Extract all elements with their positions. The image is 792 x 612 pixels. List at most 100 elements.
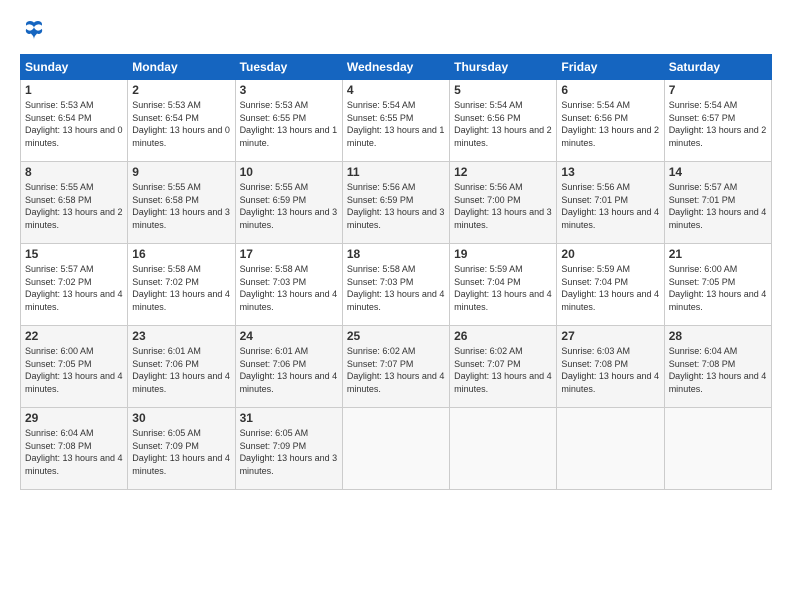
day-number: 30 bbox=[132, 411, 230, 425]
day-number: 19 bbox=[454, 247, 552, 261]
calendar-cell[interactable]: 10 Sunrise: 5:55 AMSunset: 6:59 PMDaylig… bbox=[235, 162, 342, 244]
day-number: 7 bbox=[669, 83, 767, 97]
day-number: 20 bbox=[561, 247, 659, 261]
day-number: 25 bbox=[347, 329, 445, 343]
calendar-cell[interactable]: 11 Sunrise: 5:56 AMSunset: 6:59 PMDaylig… bbox=[342, 162, 449, 244]
calendar-cell[interactable]: 2 Sunrise: 5:53 AMSunset: 6:54 PMDayligh… bbox=[128, 80, 235, 162]
calendar-cell[interactable]: 16 Sunrise: 5:58 AMSunset: 7:02 PMDaylig… bbox=[128, 244, 235, 326]
day-number: 10 bbox=[240, 165, 338, 179]
cell-info: Sunrise: 6:00 AMSunset: 7:05 PMDaylight:… bbox=[669, 264, 767, 312]
col-header-sunday: Sunday bbox=[21, 55, 128, 80]
calendar-cell[interactable]: 4 Sunrise: 5:54 AMSunset: 6:55 PMDayligh… bbox=[342, 80, 449, 162]
cell-info: Sunrise: 6:05 AMSunset: 7:09 PMDaylight:… bbox=[132, 428, 230, 476]
calendar-cell[interactable]: 6 Sunrise: 5:54 AMSunset: 6:56 PMDayligh… bbox=[557, 80, 664, 162]
day-number: 4 bbox=[347, 83, 445, 97]
cell-info: Sunrise: 5:57 AMSunset: 7:02 PMDaylight:… bbox=[25, 264, 123, 312]
calendar-week-row: 15 Sunrise: 5:57 AMSunset: 7:02 PMDaylig… bbox=[21, 244, 772, 326]
cell-info: Sunrise: 5:54 AMSunset: 6:56 PMDaylight:… bbox=[454, 100, 552, 148]
cell-info: Sunrise: 6:01 AMSunset: 7:06 PMDaylight:… bbox=[132, 346, 230, 394]
cell-info: Sunrise: 6:05 AMSunset: 7:09 PMDaylight:… bbox=[240, 428, 338, 476]
cell-info: Sunrise: 5:56 AMSunset: 7:01 PMDaylight:… bbox=[561, 182, 659, 230]
cell-info: Sunrise: 5:58 AMSunset: 7:02 PMDaylight:… bbox=[132, 264, 230, 312]
cell-info: Sunrise: 5:56 AMSunset: 6:59 PMDaylight:… bbox=[347, 182, 445, 230]
col-header-tuesday: Tuesday bbox=[235, 55, 342, 80]
cell-info: Sunrise: 6:04 AMSunset: 7:08 PMDaylight:… bbox=[669, 346, 767, 394]
day-number: 3 bbox=[240, 83, 338, 97]
day-number: 15 bbox=[25, 247, 123, 261]
calendar-cell[interactable]: 5 Sunrise: 5:54 AMSunset: 6:56 PMDayligh… bbox=[450, 80, 557, 162]
col-header-wednesday: Wednesday bbox=[342, 55, 449, 80]
cell-info: Sunrise: 5:56 AMSunset: 7:00 PMDaylight:… bbox=[454, 182, 552, 230]
day-number: 22 bbox=[25, 329, 123, 343]
calendar-cell[interactable]: 7 Sunrise: 5:54 AMSunset: 6:57 PMDayligh… bbox=[664, 80, 771, 162]
cell-info: Sunrise: 5:54 AMSunset: 6:55 PMDaylight:… bbox=[347, 100, 445, 148]
calendar-cell[interactable]: 9 Sunrise: 5:55 AMSunset: 6:58 PMDayligh… bbox=[128, 162, 235, 244]
day-number: 14 bbox=[669, 165, 767, 179]
logo bbox=[20, 18, 52, 46]
calendar-cell[interactable]: 15 Sunrise: 5:57 AMSunset: 7:02 PMDaylig… bbox=[21, 244, 128, 326]
calendar-header-row: SundayMondayTuesdayWednesdayThursdayFrid… bbox=[21, 55, 772, 80]
calendar-week-row: 1 Sunrise: 5:53 AMSunset: 6:54 PMDayligh… bbox=[21, 80, 772, 162]
day-number: 1 bbox=[25, 83, 123, 97]
day-number: 21 bbox=[669, 247, 767, 261]
day-number: 6 bbox=[561, 83, 659, 97]
calendar-cell[interactable]: 23 Sunrise: 6:01 AMSunset: 7:06 PMDaylig… bbox=[128, 326, 235, 408]
day-number: 11 bbox=[347, 165, 445, 179]
cell-info: Sunrise: 5:58 AMSunset: 7:03 PMDaylight:… bbox=[240, 264, 338, 312]
day-number: 29 bbox=[25, 411, 123, 425]
page: SundayMondayTuesdayWednesdayThursdayFrid… bbox=[0, 0, 792, 612]
calendar-cell[interactable]: 3 Sunrise: 5:53 AMSunset: 6:55 PMDayligh… bbox=[235, 80, 342, 162]
day-number: 27 bbox=[561, 329, 659, 343]
cell-info: Sunrise: 5:55 AMSunset: 6:58 PMDaylight:… bbox=[132, 182, 230, 230]
header bbox=[20, 18, 772, 46]
calendar-cell[interactable]: 27 Sunrise: 6:03 AMSunset: 7:08 PMDaylig… bbox=[557, 326, 664, 408]
cell-info: Sunrise: 6:04 AMSunset: 7:08 PMDaylight:… bbox=[25, 428, 123, 476]
calendar-week-row: 22 Sunrise: 6:00 AMSunset: 7:05 PMDaylig… bbox=[21, 326, 772, 408]
cell-info: Sunrise: 6:00 AMSunset: 7:05 PMDaylight:… bbox=[25, 346, 123, 394]
day-number: 17 bbox=[240, 247, 338, 261]
calendar-cell[interactable]: 31 Sunrise: 6:05 AMSunset: 7:09 PMDaylig… bbox=[235, 408, 342, 490]
calendar-cell[interactable]: 20 Sunrise: 5:59 AMSunset: 7:04 PMDaylig… bbox=[557, 244, 664, 326]
day-number: 26 bbox=[454, 329, 552, 343]
day-number: 24 bbox=[240, 329, 338, 343]
day-number: 9 bbox=[132, 165, 230, 179]
calendar-cell[interactable] bbox=[342, 408, 449, 490]
cell-info: Sunrise: 6:02 AMSunset: 7:07 PMDaylight:… bbox=[454, 346, 552, 394]
calendar-cell[interactable]: 29 Sunrise: 6:04 AMSunset: 7:08 PMDaylig… bbox=[21, 408, 128, 490]
calendar-cell[interactable]: 30 Sunrise: 6:05 AMSunset: 7:09 PMDaylig… bbox=[128, 408, 235, 490]
day-number: 28 bbox=[669, 329, 767, 343]
calendar-cell[interactable] bbox=[664, 408, 771, 490]
calendar-cell[interactable] bbox=[557, 408, 664, 490]
calendar-cell[interactable]: 14 Sunrise: 5:57 AMSunset: 7:01 PMDaylig… bbox=[664, 162, 771, 244]
cell-info: Sunrise: 5:57 AMSunset: 7:01 PMDaylight:… bbox=[669, 182, 767, 230]
cell-info: Sunrise: 5:54 AMSunset: 6:57 PMDaylight:… bbox=[669, 100, 767, 148]
cell-info: Sunrise: 6:02 AMSunset: 7:07 PMDaylight:… bbox=[347, 346, 445, 394]
calendar-cell[interactable]: 25 Sunrise: 6:02 AMSunset: 7:07 PMDaylig… bbox=[342, 326, 449, 408]
cell-info: Sunrise: 5:53 AMSunset: 6:54 PMDaylight:… bbox=[132, 100, 230, 148]
calendar-cell[interactable]: 24 Sunrise: 6:01 AMSunset: 7:06 PMDaylig… bbox=[235, 326, 342, 408]
col-header-friday: Friday bbox=[557, 55, 664, 80]
calendar-cell[interactable] bbox=[450, 408, 557, 490]
cell-info: Sunrise: 5:55 AMSunset: 6:59 PMDaylight:… bbox=[240, 182, 338, 230]
calendar-cell[interactable]: 26 Sunrise: 6:02 AMSunset: 7:07 PMDaylig… bbox=[450, 326, 557, 408]
day-number: 31 bbox=[240, 411, 338, 425]
logo-bird-icon bbox=[20, 18, 48, 46]
cell-info: Sunrise: 6:03 AMSunset: 7:08 PMDaylight:… bbox=[561, 346, 659, 394]
cell-info: Sunrise: 5:58 AMSunset: 7:03 PMDaylight:… bbox=[347, 264, 445, 312]
calendar-cell[interactable]: 18 Sunrise: 5:58 AMSunset: 7:03 PMDaylig… bbox=[342, 244, 449, 326]
calendar-cell[interactable]: 12 Sunrise: 5:56 AMSunset: 7:00 PMDaylig… bbox=[450, 162, 557, 244]
calendar-cell[interactable]: 13 Sunrise: 5:56 AMSunset: 7:01 PMDaylig… bbox=[557, 162, 664, 244]
day-number: 13 bbox=[561, 165, 659, 179]
calendar-week-row: 8 Sunrise: 5:55 AMSunset: 6:58 PMDayligh… bbox=[21, 162, 772, 244]
calendar-cell[interactable]: 1 Sunrise: 5:53 AMSunset: 6:54 PMDayligh… bbox=[21, 80, 128, 162]
calendar-cell[interactable]: 19 Sunrise: 5:59 AMSunset: 7:04 PMDaylig… bbox=[450, 244, 557, 326]
col-header-saturday: Saturday bbox=[664, 55, 771, 80]
calendar-cell[interactable]: 17 Sunrise: 5:58 AMSunset: 7:03 PMDaylig… bbox=[235, 244, 342, 326]
calendar-cell[interactable]: 8 Sunrise: 5:55 AMSunset: 6:58 PMDayligh… bbox=[21, 162, 128, 244]
cell-info: Sunrise: 5:59 AMSunset: 7:04 PMDaylight:… bbox=[561, 264, 659, 312]
calendar-cell[interactable]: 28 Sunrise: 6:04 AMSunset: 7:08 PMDaylig… bbox=[664, 326, 771, 408]
calendar-cell[interactable]: 21 Sunrise: 6:00 AMSunset: 7:05 PMDaylig… bbox=[664, 244, 771, 326]
calendar-cell[interactable]: 22 Sunrise: 6:00 AMSunset: 7:05 PMDaylig… bbox=[21, 326, 128, 408]
day-number: 16 bbox=[132, 247, 230, 261]
cell-info: Sunrise: 5:59 AMSunset: 7:04 PMDaylight:… bbox=[454, 264, 552, 312]
